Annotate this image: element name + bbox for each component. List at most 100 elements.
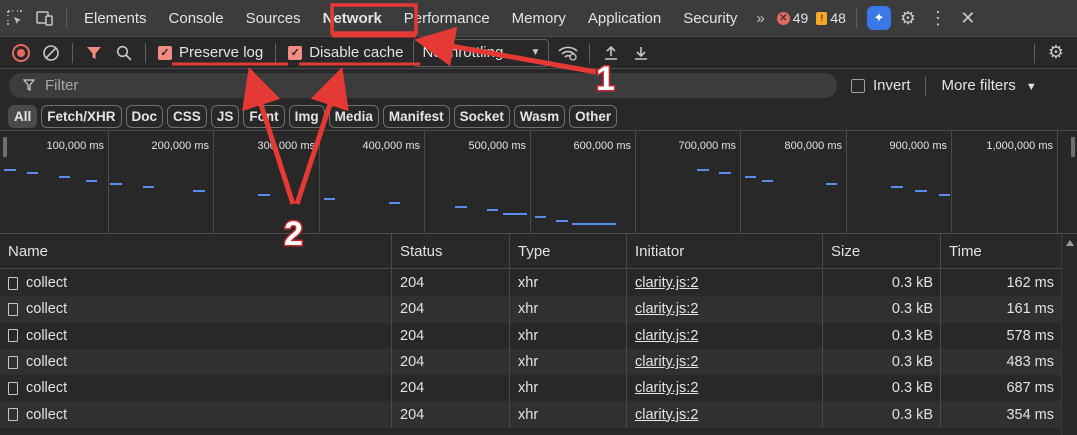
network-overview-timeline[interactable]: 100,000 ms 200,000 ms 300,000 ms 400,000 ms… [0, 131, 1077, 234]
import-har-upload-icon[interactable] [596, 38, 626, 68]
warning-counter[interactable]: ! 48 [816, 10, 846, 26]
column-header-initiator[interactable]: Initiator [627, 234, 823, 269]
table-row[interactable]: collect 204 xhr clarity.js:2 0.3 kB 161 ms [0, 296, 1061, 323]
time-cell: 483 ms [1006, 354, 1054, 371]
type-filter-doc[interactable]: Doc [125, 104, 164, 128]
type-filter-media[interactable]: Media [328, 104, 379, 128]
tab-memory[interactable]: Memory [501, 0, 577, 37]
column-header-time[interactable]: Time [941, 234, 1061, 269]
request-name-cell[interactable]: collect [0, 348, 392, 376]
network-settings-gear-icon[interactable]: ⚙ [1041, 38, 1071, 68]
column-header-status[interactable]: Status [392, 234, 510, 269]
table-row[interactable]: collect 204 xhr clarity.js:2 0.3 kB 687 ms [0, 375, 1061, 402]
divider [66, 8, 67, 28]
table-row[interactable]: collect 204 xhr clarity.js:2 0.3 kB 162 ms [0, 270, 1061, 297]
type-filter-css[interactable]: CSS [167, 104, 207, 128]
overview-tick-label: 200,000 ms [151, 140, 209, 152]
divider [589, 42, 591, 63]
filter-input[interactable]: Filter [9, 73, 837, 98]
table-scrollbar[interactable] [1061, 234, 1077, 435]
scroll-up-arrow-icon[interactable] [1066, 240, 1074, 246]
tab-console[interactable]: Console [158, 0, 235, 37]
overview-request-bar [556, 220, 568, 222]
overview-tick-label: 800,000 ms [784, 140, 842, 152]
disable-cache-checkbox[interactable]: ✓ Disable cache [282, 44, 409, 61]
request-name-cell[interactable]: collect [0, 401, 392, 428]
type-filter-wasm[interactable]: Wasm [513, 104, 566, 128]
size-cell: 0.3 kB [823, 322, 941, 349]
request-name: collect [26, 354, 68, 371]
error-counter[interactable]: ✕ 49 [776, 10, 808, 26]
request-name: collect [26, 380, 68, 397]
export-har-download-icon[interactable] [626, 38, 656, 68]
tab-sources[interactable]: Sources [235, 0, 312, 37]
inspect-element-icon[interactable] [0, 0, 30, 37]
document-file-icon [8, 381, 18, 395]
search-icon[interactable] [109, 38, 139, 68]
overview-request-bar [59, 176, 70, 178]
record-stop-icon[interactable] [6, 38, 36, 68]
request-name-cell[interactable]: collect [0, 270, 392, 297]
warning-count: 48 [830, 10, 846, 26]
type-cell: xhr [510, 322, 627, 349]
initiator-link[interactable]: clarity.js:2 [627, 348, 823, 376]
throttling-select[interactable]: No throttling ▼ [413, 38, 550, 67]
divider [855, 8, 857, 28]
initiator-link[interactable]: clarity.js:2 [627, 296, 823, 323]
type-filter-all[interactable]: All [8, 104, 38, 128]
overview-gridline [424, 131, 425, 234]
type-filter-font[interactable]: Font [243, 104, 285, 128]
type-filter-manifest[interactable]: Manifest [382, 104, 450, 128]
time-cell: 354 ms [1006, 406, 1054, 423]
network-conditions-wifi-icon[interactable] [553, 38, 583, 68]
overview-right-handle[interactable] [1071, 137, 1075, 157]
type-filter-fetch-xhr[interactable]: Fetch/XHR [41, 104, 122, 128]
document-file-icon [8, 276, 18, 290]
tab-application[interactable]: Application [577, 0, 672, 37]
overview-tick-label: 400,000 ms [362, 140, 420, 152]
initiator-link[interactable]: clarity.js:2 [627, 375, 823, 402]
clear-icon[interactable] [36, 38, 66, 68]
column-header-type[interactable]: Type [510, 234, 627, 269]
more-tabs-button[interactable]: » [748, 10, 772, 27]
request-name-cell[interactable]: collect [0, 375, 392, 402]
type-filter-img[interactable]: Img [288, 104, 325, 128]
overview-tick-label: 500,000 ms [468, 140, 526, 152]
device-toolbar-icon[interactable] [30, 0, 60, 37]
table-row[interactable]: collect 204 xhr clarity.js:2 0.3 kB 483 ms [0, 348, 1061, 376]
type-filter-socket[interactable]: Socket [453, 104, 510, 128]
more-filters-dropdown[interactable]: More filters ▼ [942, 77, 1037, 94]
table-row[interactable]: collect 204 xhr clarity.js:2 0.3 kB 354 ms [0, 401, 1061, 428]
invert-checkbox[interactable]: Invert [851, 77, 911, 94]
filter-funnel-icon[interactable] [79, 38, 109, 68]
tab-network[interactable]: Network [312, 0, 393, 37]
size-cell: 0.3 kB [823, 296, 941, 323]
initiator-link[interactable]: clarity.js:2 [627, 401, 823, 428]
tab-elements[interactable]: Elements [73, 0, 158, 37]
settings-gear-icon[interactable]: ⚙ [893, 0, 923, 37]
type-filter-other[interactable]: Other [569, 104, 618, 128]
time-cell: 161 ms [1006, 301, 1054, 318]
overview-request-bar [110, 183, 122, 185]
kebab-menu-icon[interactable]: ⋮ [923, 0, 953, 37]
table-row[interactable]: collect 204 xhr clarity.js:2 0.3 kB 578 ms [0, 322, 1061, 349]
status-cell: 204 [392, 270, 510, 297]
size-cell: 0.3 kB [823, 401, 941, 428]
initiator-link[interactable]: clarity.js:2 [627, 322, 823, 349]
request-name-cell[interactable]: collect [0, 296, 392, 323]
overview-tick-label: 300,000 ms [257, 140, 315, 152]
status-cell: 204 [392, 401, 510, 428]
overview-request-bar [193, 190, 205, 192]
tab-security[interactable]: Security [672, 0, 748, 37]
column-header-name[interactable]: Name [0, 234, 392, 269]
column-header-size[interactable]: Size [823, 234, 941, 269]
preserve-log-checkbox[interactable]: ✓ Preserve log [152, 44, 269, 61]
divider [145, 42, 146, 63]
tab-performance[interactable]: Performance [393, 0, 501, 37]
close-icon[interactable]: ✕ [953, 0, 983, 37]
request-name-cell[interactable]: collect [0, 322, 392, 349]
initiator-link[interactable]: clarity.js:2 [627, 270, 823, 297]
ai-assistance-icon[interactable]: ✦ [866, 6, 891, 30]
overview-tick-label: 900,000 ms [889, 140, 947, 152]
type-filter-js[interactable]: JS [210, 104, 240, 128]
